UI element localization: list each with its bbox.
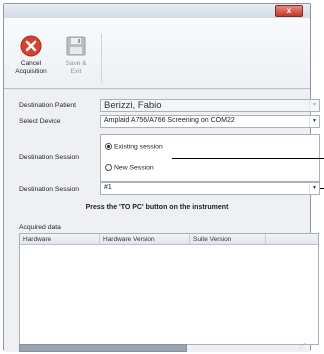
session-value: #1: [104, 184, 112, 191]
acquisition-window: x Cancel Acquisition Save & Exit Destina…: [3, 3, 324, 352]
chevron-down-icon[interactable]: ▼: [309, 116, 319, 127]
existing-session-label: Existing session: [114, 143, 163, 151]
radio-button-checked[interactable]: [105, 143, 112, 150]
progress-bar: [19, 344, 187, 352]
acquired-data-label: Acquired data: [19, 224, 61, 231]
column-hardware-version[interactable]: Hardware Version: [100, 234, 190, 245]
column-hardware[interactable]: Hardware: [20, 234, 100, 245]
chevron-down-icon[interactable]: ▼: [309, 100, 319, 111]
toolbar: Cancel Acquisition Save & Exit: [4, 18, 310, 89]
cancel-label-line2: Acquisition: [15, 68, 47, 75]
new-session-label: New Session: [114, 164, 154, 172]
acquisition-form: Destination Patient Berizzi, Fabio ▼ Sel…: [4, 90, 324, 352]
patient-field[interactable]: Berizzi, Fabio ▼: [100, 99, 320, 112]
title-bar: x: [4, 4, 310, 18]
radio-new-session[interactable]: New Session: [105, 164, 154, 171]
device-select[interactable]: Amplaid A756/A766 Screening on COM22 ▼: [100, 115, 320, 128]
save-label-line1: Save &: [65, 60, 87, 67]
radio-existing-session[interactable]: Existing session: [105, 143, 163, 150]
callout-line-session: [320, 188, 324, 189]
session-type-label: Destination Session: [19, 154, 80, 161]
acquired-data-grid[interactable]: Hardware Hardware Version Suite Version: [19, 233, 319, 345]
device-value: Amplaid A756/A766 Screening on COM22: [104, 117, 235, 124]
toolbar-divider: [101, 34, 102, 82]
instruction-text: Press the 'TO PC' button on the instrume…: [85, 204, 229, 211]
cancel-acquisition-button[interactable]: Cancel Acquisition: [9, 35, 53, 76]
column-suite-version[interactable]: Suite Version: [190, 234, 266, 245]
close-button[interactable]: x: [275, 5, 303, 17]
cancel-x-icon: [20, 35, 42, 57]
patient-label: Destination Patient: [19, 102, 77, 109]
session-select[interactable]: #1 ▼: [100, 182, 320, 195]
patient-value: Berizzi, Fabio: [104, 100, 162, 111]
device-label: Select Device: [19, 118, 61, 125]
radio-button[interactable]: [105, 164, 112, 171]
chevron-down-icon[interactable]: ▼: [309, 183, 319, 194]
cancel-label-line1: Cancel: [20, 60, 42, 67]
floppy-disk-icon: [66, 36, 86, 56]
session-label: Destination Session: [19, 186, 80, 193]
save-exit-button[interactable]: Save & Exit: [54, 35, 98, 76]
save-label-line2: Exit: [70, 68, 82, 75]
grid-header: Hardware Hardware Version Suite Version: [20, 234, 318, 245]
callout-line-session-type: [172, 158, 324, 159]
resize-grip-icon[interactable]: ⋰: [299, 342, 306, 350]
